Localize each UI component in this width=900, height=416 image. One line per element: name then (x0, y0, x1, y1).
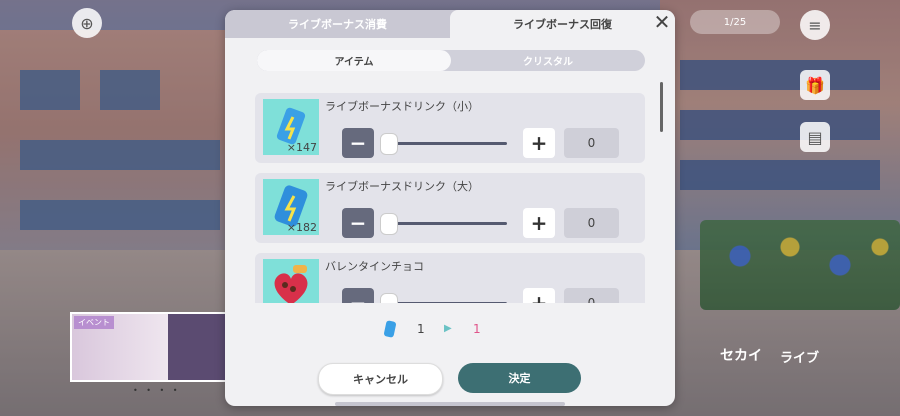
decrease-button[interactable]: − (342, 288, 374, 303)
gift-icon[interactable]: 🎁 (800, 70, 830, 100)
live-bonus-hud: 1/25 (690, 10, 780, 34)
item-crystal-switch: アイテム クリスタル (257, 50, 645, 71)
tab-live-bonus-consume[interactable]: ライブボーナス消費 (225, 10, 450, 38)
globe-icon[interactable]: ⊕ (72, 8, 102, 38)
increase-button[interactable]: + (523, 288, 555, 303)
arrow-right-icon: ▶ (444, 323, 452, 334)
dialog-tabs: ライブボーナス消費 ライブボーナス回復 (225, 10, 675, 38)
banner-tag: イベント (74, 316, 114, 329)
decrease-button[interactable]: − (342, 128, 374, 158)
nav-live[interactable]: ライブ (780, 347, 819, 366)
item-name: ライブボーナスドリンク（小） (325, 100, 479, 113)
item-count: ×2 (301, 301, 317, 303)
increase-button[interactable]: + (523, 208, 555, 238)
list-item: ×147 ライブボーナスドリンク（小） − + 0 (255, 93, 645, 163)
segment-items[interactable]: アイテム (257, 50, 451, 71)
item-name: バレンタインチョコ (325, 260, 424, 273)
nav-sekai[interactable]: セカイ (720, 345, 762, 365)
list-scrollbar[interactable] (660, 82, 663, 132)
confirm-button[interactable]: 決定 (458, 363, 581, 393)
heart-chocolate-box-icon (274, 265, 308, 303)
recovery-item-list: ×147 ライブボーナスドリンク（小） − + 0 ×182 ライブボーナスドリ… (255, 93, 645, 303)
quantity-slider-track[interactable] (385, 302, 507, 303)
item-thumbnail: ×2 (263, 259, 319, 303)
quantity-slider-track[interactable] (385, 222, 507, 225)
list-item: ×182 ライブボーナスドリンク（大） − + 0 (255, 173, 645, 243)
current-live-bonus: 1 (417, 322, 425, 336)
quantity-slider-handle[interactable] (380, 133, 398, 155)
item-count: ×182 (286, 221, 317, 234)
quantity-slider-track[interactable] (385, 142, 507, 145)
quantity-field[interactable]: 0 (564, 128, 619, 158)
close-icon[interactable]: ✕ (650, 10, 674, 34)
live-bonus-dialog: ライブボーナス消費 ライブボーナス回復 アイテム クリスタル ×147 ライブボ… (225, 10, 675, 406)
item-thumbnail: ×147 (263, 99, 319, 155)
quantity-field[interactable]: 0 (564, 208, 619, 238)
live-bonus-summary: 1 ▶ 1 (225, 320, 675, 340)
decrease-button[interactable]: − (342, 208, 374, 238)
menu-icon[interactable]: ≡ (800, 10, 830, 40)
segment-crystal[interactable]: クリスタル (451, 50, 645, 71)
increase-button[interactable]: + (523, 128, 555, 158)
quantity-field[interactable]: 0 (564, 288, 619, 303)
event-banner[interactable]: イベント (70, 312, 234, 382)
banner-pager-dots: • • • • (133, 386, 181, 395)
item-name: ライブボーナスドリンク（大） (325, 180, 479, 193)
list-item: ×2 バレンタインチョコ − + 0 (255, 253, 645, 303)
item-count: ×147 (286, 141, 317, 154)
item-thumbnail: ×182 (263, 179, 319, 235)
live-bonus-drink-icon (383, 320, 397, 342)
resulting-live-bonus: 1 (473, 322, 481, 336)
clipboard-icon[interactable]: ▤ (800, 122, 830, 152)
quantity-slider-handle[interactable] (380, 293, 398, 303)
quantity-slider-handle[interactable] (380, 213, 398, 235)
tab-live-bonus-recover[interactable]: ライブボーナス回復 (450, 10, 675, 38)
cancel-button[interactable]: キャンセル (318, 363, 443, 395)
